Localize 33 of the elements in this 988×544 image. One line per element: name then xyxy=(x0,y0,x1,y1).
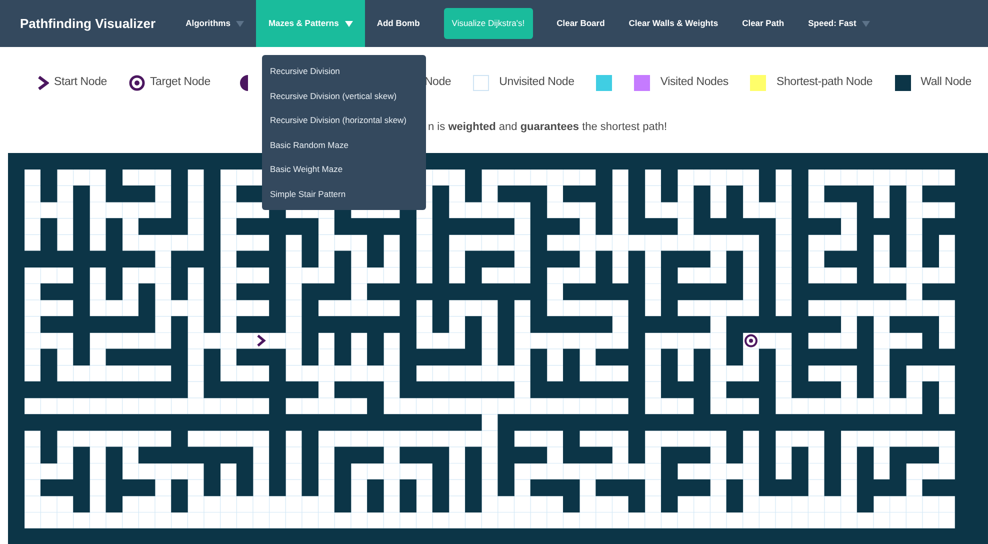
menu-item[interactable]: Recursive Division xyxy=(262,59,426,84)
legend-label: Wall Node xyxy=(920,75,972,90)
target-icon xyxy=(128,75,145,91)
nav-link[interactable]: Clear Board xyxy=(544,0,617,47)
target-node-icon[interactable] xyxy=(744,334,758,348)
node-swatch xyxy=(596,75,612,91)
nav-dropdown[interactable]: Speed: Fast xyxy=(796,0,882,47)
nav-dropdown[interactable]: Algorithms xyxy=(174,0,256,47)
chevron-icon xyxy=(38,76,49,90)
menu-item[interactable]: Basic Random Maze xyxy=(262,132,426,157)
description-text: n is weighted and guarantees the shortest path! xyxy=(428,120,668,135)
legend-label: Visited Nodes xyxy=(660,75,728,90)
node-swatch xyxy=(634,75,650,91)
start-node-icon[interactable] xyxy=(257,334,266,347)
caret-icon xyxy=(344,20,353,26)
node-swatch xyxy=(473,75,490,91)
caret-icon xyxy=(862,20,870,26)
menu-item[interactable]: Recursive Division (horizontal skew) xyxy=(262,108,426,132)
legend-label: Shortest-path Node xyxy=(776,75,873,90)
menu-item[interactable]: Simple Stair Pattern xyxy=(262,182,426,206)
wall-swatch xyxy=(894,75,911,91)
caret-icon xyxy=(236,20,244,26)
legend-label: Unvisited Node xyxy=(499,75,574,90)
menu-item[interactable]: Recursive Division (vertical skew) xyxy=(262,84,426,108)
legend-label: Target Node xyxy=(150,75,210,90)
nav-link[interactable]: Clear Path xyxy=(730,0,796,47)
brand-title[interactable]: Pathfinding Visualizer xyxy=(20,14,156,34)
node-swatch xyxy=(750,75,766,91)
nav-link[interactable]: Add Bomb xyxy=(364,0,432,47)
maze-grid[interactable] xyxy=(8,153,988,544)
nav-link[interactable]: Clear Walls & Weights xyxy=(616,0,730,47)
legend-label: Start Node xyxy=(54,75,107,90)
menu-item[interactable]: Basic Weight Maze xyxy=(262,157,426,182)
